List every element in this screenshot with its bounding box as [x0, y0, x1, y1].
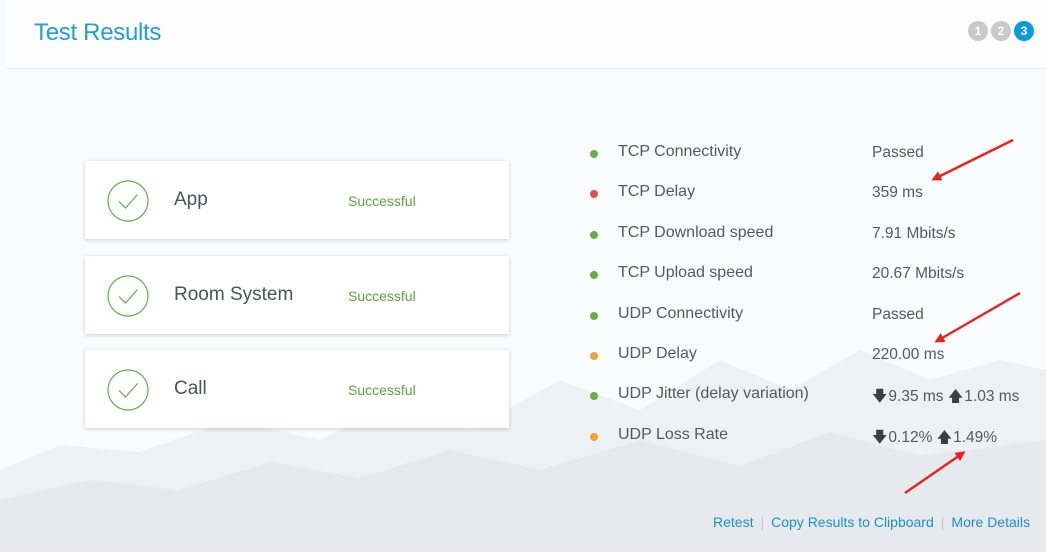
retest-link[interactable]: Retest [713, 514, 753, 530]
result-row-tcp-connectivity: TCP Connectivity Passed [585, 142, 1045, 182]
check-circle-icon [107, 180, 149, 222]
result-value: 20.67 Mbits/s [872, 265, 965, 283]
footer-links: Retest | Copy Results to Clipboard | More De… [713, 514, 1030, 530]
step-1[interactable]: 1 [968, 21, 988, 41]
step-indicator: 1 2 3 [968, 21, 1034, 41]
result-card-call: Call Successful [85, 350, 509, 428]
result-value: 🡇9.35 ms 🡅1.03 ms [872, 386, 1019, 411]
result-label: UDP Connectivity [618, 304, 744, 322]
result-label: TCP Delay [618, 183, 696, 201]
results-list: TCP Connectivity Passed TCP Delay 359 ms… [585, 142, 1045, 465]
result-value: 7.91 Mbits/s [872, 224, 956, 242]
status-dot-green [590, 311, 598, 320]
result-row-tcp-download: TCP Download speed 7.91 Mbits/s [585, 223, 1045, 263]
arrow-up-icon: 🡅 [947, 388, 964, 406]
result-card-app: App Successful [85, 161, 509, 239]
result-label: UDP Jitter (delay variation) [618, 385, 809, 403]
status-dot-orange [590, 351, 598, 360]
result-value: 359 ms [872, 184, 923, 202]
arrow-down-icon: 🡇 [872, 428, 888, 446]
check-circle-icon [107, 275, 149, 317]
download-value: 9.35 ms [888, 388, 944, 406]
status-dot-green [590, 150, 598, 158]
result-row-tcp-upload: TCP Upload speed 20.67 Mbits/s [585, 263, 1045, 303]
status-dot-green [590, 230, 598, 239]
status-dot-red [590, 190, 598, 199]
page-title: Test Results [34, 19, 162, 46]
step-2[interactable]: 2 [991, 21, 1011, 41]
status-dot-green [590, 271, 598, 280]
result-row-udp-connectivity: UDP Connectivity Passed [585, 304, 1045, 344]
link-separator: | [940, 514, 945, 530]
card-status: Successful [348, 288, 416, 304]
card-title: App [174, 189, 208, 210]
upload-value: 1.03 ms [964, 388, 1020, 406]
result-label: TCP Connectivity [618, 143, 742, 160]
result-row-udp-jitter: UDP Jitter (delay variation) 🡇9.35 ms 🡅1… [585, 384, 1045, 424]
result-value: 🡇0.12% 🡅1.49% [872, 427, 997, 452]
arrow-up-icon: 🡅 [936, 428, 953, 446]
card-title: Call [174, 378, 207, 399]
result-label: TCP Upload speed [618, 264, 753, 282]
card-status: Successful [348, 382, 416, 398]
result-label: UDP Loss Rate [618, 425, 728, 443]
arrow-down-icon: 🡇 [872, 388, 888, 406]
result-value: Passed [872, 144, 924, 161]
link-separator: | [760, 514, 765, 530]
result-card-room-system: Room System Successful [85, 256, 509, 334]
result-row-udp-delay: UDP Delay 220.00 ms [585, 344, 1045, 384]
card-status: Successful [348, 193, 416, 209]
header-bar: Test Results 1 2 3 [6, 0, 1046, 69]
result-value: 220.00 ms [872, 345, 945, 363]
check-circle-icon [107, 369, 149, 411]
status-dot-green [590, 392, 598, 401]
result-row-tcp-delay: TCP Delay 359 ms [585, 182, 1045, 222]
result-label: UDP Delay [618, 344, 697, 362]
status-dot-orange [590, 432, 598, 441]
upload-value: 1.49% [953, 428, 998, 446]
result-label: TCP Download speed [618, 223, 774, 241]
download-value: 0.12% [888, 428, 933, 446]
copy-results-link[interactable]: Copy Results to Clipboard [771, 514, 934, 530]
more-details-link[interactable]: More Details [951, 514, 1030, 530]
card-title: Room System [174, 284, 294, 305]
step-3[interactable]: 3 [1014, 21, 1034, 41]
result-value: Passed [872, 305, 924, 323]
result-row-udp-loss-rate: UDP Loss Rate 🡇0.12% 🡅1.49% [585, 425, 1045, 465]
